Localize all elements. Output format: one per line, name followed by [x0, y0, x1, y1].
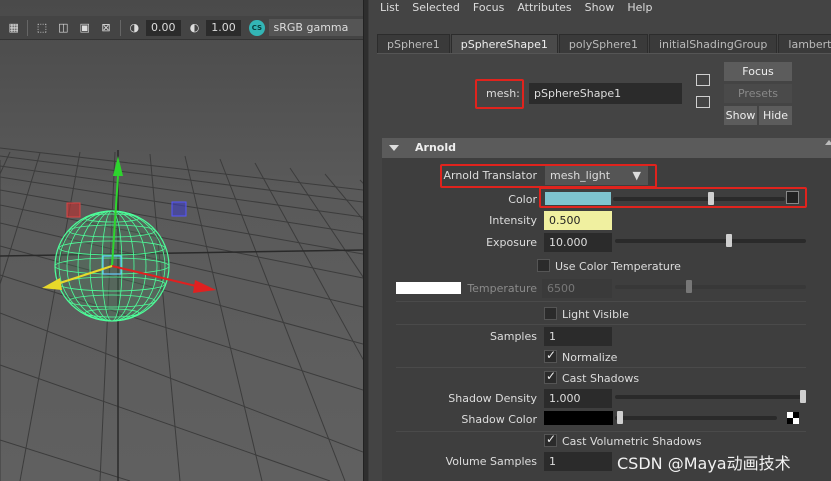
gamma-field[interactable]: 1.00: [206, 19, 242, 36]
shadow-density-slider-track[interactable]: [615, 395, 806, 399]
shadow-color-map-icon[interactable]: [787, 412, 799, 424]
cast-volumetric-shadows-label: Cast Volumetric Shadows: [562, 435, 702, 448]
shadow-density-field[interactable]: 1.000: [544, 389, 612, 408]
color-management-icon[interactable]: CS: [249, 19, 265, 36]
xray-icon[interactable]: ▣: [77, 20, 92, 36]
isolate-icon[interactable]: ◫: [56, 20, 71, 36]
viewport-toolbar: ▦ ⬚ ◫ ▣ ⊠ ◑ 0.00 ◐ 1.00 CS sRGB gamma: [0, 16, 363, 40]
use-color-temperature-checkbox[interactable]: [537, 259, 550, 272]
volume-samples-field[interactable]: 1: [544, 452, 612, 471]
tab-polysphere1[interactable]: polySphere1: [558, 34, 648, 53]
tab-lambert1[interactable]: lambert1: [778, 34, 831, 53]
focus-button[interactable]: Focus: [724, 62, 792, 81]
highlight-box-mesh: [475, 79, 524, 109]
normalize-label: Normalize: [562, 351, 618, 364]
intensity-field[interactable]: 0.500: [544, 211, 612, 230]
temperature-field[interactable]: 6500: [542, 279, 612, 298]
toolbar-divider: [119, 19, 121, 36]
scroll-up-icon[interactable]: [825, 140, 831, 145]
wireframe-icon[interactable]: ⊠: [98, 20, 113, 36]
arnold-section-header[interactable]: Arnold: [382, 138, 831, 158]
viewport-scene[interactable]: [0, 40, 363, 481]
tab-psphere1[interactable]: pSphere1: [377, 34, 450, 53]
menu-list[interactable]: List: [380, 0, 399, 17]
shadow-color-slider-handle[interactable]: [617, 411, 623, 424]
node-tabs: pSphere1 pSphereShape1 polySphere1 initi…: [377, 34, 831, 53]
tab-psphereshape1[interactable]: pSphereShape1: [450, 34, 558, 53]
exposure-slider-track[interactable]: [615, 239, 806, 243]
collapse-arrow-icon[interactable]: [389, 145, 399, 151]
hide-button[interactable]: Hide: [759, 106, 792, 125]
attribute-editor: List Selected Focus Attributes Show Help…: [369, 0, 831, 481]
use-color-temperature-label: Use Color Temperature: [555, 260, 681, 273]
samples-field[interactable]: 1: [544, 327, 612, 346]
ae-menubar: List Selected Focus Attributes Show Help: [369, 0, 831, 17]
grid-toggle-icon[interactable]: ▦: [6, 20, 21, 36]
gamma-icon[interactable]: ◐: [187, 20, 202, 36]
focus-output-icon[interactable]: [696, 96, 710, 108]
color-space-dropdown[interactable]: sRGB gamma: [268, 19, 363, 36]
highlight-box-color: [539, 187, 807, 208]
light-visible-checkbox[interactable]: [544, 307, 557, 320]
shadow-density-slider-handle[interactable]: [800, 390, 806, 403]
exposure-slider-handle[interactable]: [726, 234, 732, 247]
exposure-field[interactable]: 10.000: [544, 233, 612, 252]
exposure-icon[interactable]: ◑: [127, 20, 142, 36]
menu-attributes[interactable]: Attributes: [517, 0, 571, 17]
shadow-density-label: Shadow Density: [448, 392, 537, 405]
exposure-label: Exposure: [486, 236, 537, 249]
temperature-label: Temperature: [467, 282, 537, 295]
presets-button[interactable]: Presets: [724, 84, 792, 103]
tab-initialshadinggroup[interactable]: initialShadingGroup: [648, 34, 778, 53]
intensity-label: Intensity: [489, 214, 537, 227]
temperature-swatch: [396, 282, 461, 294]
watermark-text: CSDN @Maya动画技术: [617, 454, 791, 473]
section-divider: [396, 367, 806, 368]
normalize-checkbox[interactable]: [544, 348, 557, 363]
node-name-field[interactable]: pSphereShape1: [529, 83, 682, 104]
show-button[interactable]: Show: [724, 106, 757, 125]
light-visible-label: Light Visible: [562, 308, 629, 321]
exposure-field[interactable]: 0.00: [145, 19, 181, 36]
cast-shadows-label: Cast Shadows: [562, 372, 640, 385]
select-icon[interactable]: ⬚: [34, 20, 49, 36]
section-divider: [396, 431, 806, 432]
samples-label: Samples: [490, 330, 537, 343]
section-divider: [396, 324, 806, 325]
tab-divider: [377, 53, 831, 54]
ground-grid: [0, 147, 363, 481]
shadow-color-label: Shadow Color: [461, 413, 537, 426]
menu-show[interactable]: Show: [585, 0, 615, 17]
shadow-color-slider-track[interactable]: [615, 416, 777, 420]
volume-samples-label: Volume Samples: [445, 455, 537, 468]
menu-selected[interactable]: Selected: [412, 0, 460, 17]
highlight-box-translator: [440, 164, 657, 188]
shadow-color-swatch[interactable]: [544, 411, 613, 425]
temperature-slider-track[interactable]: [615, 285, 806, 289]
viewport-panel[interactable]: ▦ ⬚ ◫ ▣ ⊠ ◑ 0.00 ◐ 1.00 CS sRGB gamma: [0, 0, 363, 481]
cast-shadows-checkbox[interactable]: [544, 369, 557, 384]
menu-focus[interactable]: Focus: [473, 0, 504, 17]
section-divider: [396, 301, 806, 302]
toolbar-divider: [27, 19, 29, 36]
temperature-slider-handle[interactable]: [686, 280, 692, 293]
cast-volumetric-shadows-checkbox[interactable]: [544, 432, 557, 447]
color-label: Color: [508, 193, 537, 206]
focus-input-icon[interactable]: [696, 74, 710, 86]
menu-help[interactable]: Help: [627, 0, 652, 17]
